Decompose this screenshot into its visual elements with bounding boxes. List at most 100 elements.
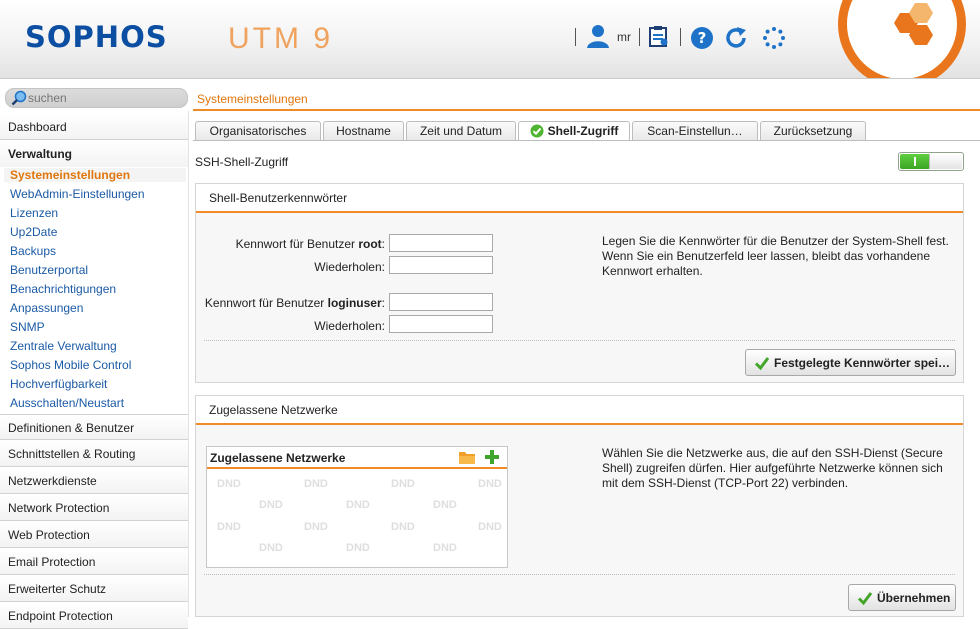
toggle-knob[interactable] (929, 154, 962, 169)
dnd-watermark: DND (304, 478, 328, 490)
list-header: Zugelassene Netzwerke (207, 447, 507, 469)
label-user: loginuser (327, 296, 382, 310)
loginuser-password-label: Kennwort für Benutzer loginuser: (196, 296, 385, 310)
apply-button[interactable]: Übernehmen (848, 584, 956, 611)
passwords-help-text: Legen Sie die Kennwörter für die Benutze… (602, 234, 949, 278)
sidebar-item-systemeinstellungen[interactable]: Systemeinstellungen (4, 168, 186, 182)
tab-organisatorisches[interactable]: Organisatorisches (195, 121, 321, 140)
allowed-networks-list[interactable]: Zugelassene Netzwerke DND DND DND DND DN… (206, 446, 508, 568)
sidebar-section-netzwerkdienste[interactable]: Netzwerkdienste (0, 468, 188, 494)
sidebar-section-definitionen[interactable]: Definitionen & Benutzer (0, 414, 188, 440)
label-colon: : (381, 237, 385, 251)
root-repeat-label: Wiederholen: (314, 260, 385, 274)
dnd-watermark: DND (433, 542, 457, 554)
tab-shell-zugriff[interactable]: Shell-Zugriff (518, 121, 630, 141)
user-name[interactable]: mr (617, 30, 631, 44)
ssh-access-label: SSH-Shell-Zugriff (195, 155, 289, 169)
sophos-logo: SOPHOS (25, 20, 168, 54)
panel-title: Shell-Benutzerkennwörter (196, 184, 963, 213)
sidebar-item-webadmin[interactable]: WebAdmin-Einstellungen (10, 187, 145, 201)
button-label: Festgelegte Kennwörter spei… (774, 355, 951, 370)
tab-zeit-und-datum[interactable]: Zeit und Datum (406, 121, 516, 140)
panel-title: Zugelassene Netzwerke (196, 396, 963, 425)
check-icon (754, 355, 770, 374)
toggle-on-mark (914, 157, 916, 166)
sidebar-divider (188, 111, 189, 617)
dnd-watermark: DND (304, 521, 328, 533)
dnd-watermark: DND (478, 478, 502, 490)
sidebar-item-zentrale-verwaltung[interactable]: Zentrale Verwaltung (10, 339, 117, 353)
dnd-watermark: DND (217, 521, 241, 533)
label-user: root (358, 237, 382, 251)
user-icon[interactable] (586, 24, 610, 51)
breadcrumb-rule (193, 109, 980, 111)
search-input[interactable] (28, 90, 178, 105)
tab-hostname[interactable]: Hostname (323, 121, 404, 140)
loginuser-password-input[interactable] (389, 293, 493, 311)
check-icon (857, 590, 873, 609)
list-title: Zugelassene Netzwerke (210, 451, 346, 465)
tab-zuruecksetzung[interactable]: Zurücksetzung (760, 121, 866, 140)
loginuser-repeat-input[interactable] (389, 315, 493, 333)
sidebar-section-schnittstellen[interactable]: Schnittstellen & Routing (0, 441, 188, 467)
folder-icon[interactable] (459, 451, 475, 467)
tab-scan-einstellungen[interactable]: Scan-Einstellun… (632, 121, 758, 140)
dnd-watermark: DND (346, 542, 370, 554)
loading-icon (762, 26, 786, 53)
clipboard-icon[interactable] (649, 25, 669, 50)
sidebar-item-hochverfuegbarkeit[interactable]: Hochverfügbarkeit (10, 377, 107, 391)
app-header: SOPHOS UTM 9 mr ? (0, 0, 980, 79)
sidebar-item-snmp[interactable]: SNMP (10, 320, 45, 334)
root-repeat-input[interactable] (389, 256, 493, 274)
sidebar-section-endpoint-protection[interactable]: Endpoint Protection (0, 603, 188, 629)
breadcrumb: Systemeinstellungen (197, 92, 308, 106)
check-icon (530, 124, 544, 141)
tab-rule (193, 140, 980, 141)
networks-help-text: Wählen Sie die Netzwerke aus, die auf de… (602, 446, 943, 490)
sidebar-item-sophos-mobile-control[interactable]: Sophos Mobile Control (10, 358, 131, 372)
sidebar-section-email-protection[interactable]: Email Protection (0, 549, 188, 575)
brand-badge (838, 0, 966, 78)
root-password-label: Kennwort für Benutzer root: (196, 237, 385, 251)
label-prefix: Kennwort für Benutzer (204, 296, 328, 310)
search-box[interactable] (5, 88, 188, 108)
dnd-watermark: DND (433, 499, 457, 511)
dnd-watermark: DND (391, 478, 415, 490)
root-password-input[interactable] (389, 234, 493, 252)
panel-divider (204, 340, 955, 341)
allowed-networks-panel: Zugelassene Netzwerke Zugelassene Netzwe… (195, 395, 964, 617)
loginuser-repeat-label: Wiederholen: (314, 319, 385, 333)
sidebar-item-up2date[interactable]: Up2Date (10, 225, 57, 239)
header-separator (639, 28, 640, 46)
save-passwords-button[interactable]: Festgelegte Kennwörter spei… (745, 349, 956, 376)
label-colon: : (381, 296, 385, 310)
button-label: Übernehmen (877, 590, 951, 605)
hexagon-logo-icon (894, 3, 933, 45)
dnd-watermark: DND (346, 499, 370, 511)
dnd-watermark: DND (259, 499, 283, 511)
header-separator (680, 28, 681, 46)
sidebar-item-anpassungen[interactable]: Anpassungen (10, 301, 83, 315)
sidebar-item-lizenzen[interactable]: Lizenzen (10, 206, 58, 220)
sidebar-section-dashboard[interactable]: Dashboard (0, 114, 188, 140)
shell-passwords-panel: Shell-Benutzerkennwörter Kennwort für Be… (195, 183, 964, 383)
svg-text:?: ? (698, 29, 707, 47)
ssh-access-toggle[interactable] (898, 152, 964, 171)
dnd-watermark: DND (391, 521, 415, 533)
sidebar-item-ausschalten-neustart[interactable]: Ausschalten/Neustart (10, 396, 124, 410)
plus-icon[interactable] (485, 450, 499, 467)
search-icon (11, 90, 27, 109)
product-name: UTM 9 (228, 22, 333, 55)
panel-divider (204, 574, 955, 575)
refresh-icon[interactable] (724, 26, 748, 53)
sidebar-section-web-protection[interactable]: Web Protection (0, 522, 188, 548)
sidebar-section-verwaltung[interactable]: Verwaltung (0, 141, 188, 167)
sidebar-item-benachrichtigungen[interactable]: Benachrichtigungen (10, 282, 116, 296)
help-icon[interactable]: ? (690, 26, 714, 53)
dnd-watermark: DND (217, 478, 241, 490)
sidebar-section-network-protection[interactable]: Network Protection (0, 495, 188, 521)
sidebar-item-backups[interactable]: Backups (10, 244, 56, 258)
header-separator (575, 28, 576, 46)
sidebar-section-erweiterter-schutz[interactable]: Erweiterter Schutz (0, 576, 188, 602)
sidebar-item-benutzerportal[interactable]: Benutzerportal (10, 263, 88, 277)
